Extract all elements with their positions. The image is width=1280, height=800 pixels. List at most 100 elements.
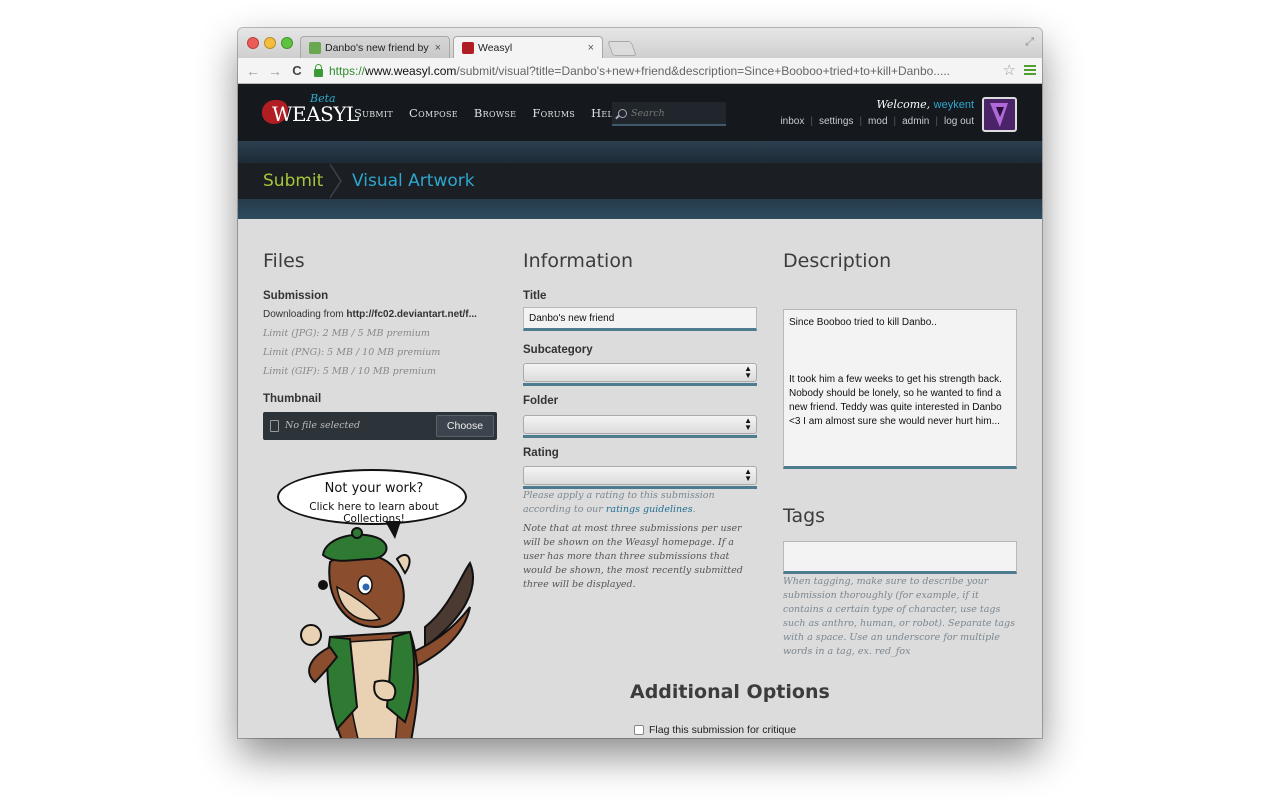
tags-heading: Tags: [783, 505, 826, 527]
username-link[interactable]: weykent: [934, 99, 974, 111]
browser-window: Danbo's new friend by =li × Weasyl × ⤢ ←…: [238, 28, 1042, 738]
rating-note: Please apply a rating to this submission…: [523, 489, 757, 517]
logo-text: WEASYL: [272, 102, 359, 126]
browser-toolbar: ← → C https:// www.weasyl.com /submit/vi…: [238, 58, 1042, 84]
critique-label[interactable]: Flag this submission for critique: [649, 724, 796, 736]
url-scheme: https://: [329, 64, 366, 78]
folder-select[interactable]: ▲ ▼: [523, 415, 757, 434]
breadcrumb-chevron-icon: [329, 163, 346, 199]
limit-jpg: Limit (JPG): 2 MB / 5 MB premium: [263, 328, 430, 339]
tab-title: Danbo's new friend by =li: [325, 41, 431, 54]
reload-button[interactable]: C: [286, 63, 308, 78]
subcategory-select[interactable]: ▲ ▼: [523, 363, 757, 382]
description-heading: Description: [783, 250, 892, 272]
tab-close-icon[interactable]: ×: [588, 42, 594, 54]
user-links: inbox | settings | mod | admin | log out: [766, 116, 974, 127]
thumbnail-status: No file selected: [285, 420, 361, 431]
thumbnail-label: Thumbnail: [263, 393, 322, 405]
weasyl-logo[interactable]: WEASYL Beta: [262, 92, 359, 126]
limit-png: Limit (PNG): 5 MB / 10 MB premium: [263, 347, 441, 358]
page-banner: Submit Visual Artwork: [238, 141, 1042, 219]
site-header: WEASYL Beta Submit Compose Browse Forums…: [238, 84, 1042, 141]
separator: |: [935, 116, 938, 127]
page-title: Visual Artwork: [352, 171, 475, 191]
thumbnail-file-input[interactable]: No file selected Choose: [263, 412, 497, 440]
download-url: http://fc02.deviantart.net/f...: [346, 309, 477, 320]
tab-danbo[interactable]: Danbo's new friend by =li ×: [300, 36, 450, 58]
collections-mascot[interactable]: Not your work? Click here to learn about…: [275, 467, 495, 738]
nav-submit[interactable]: Submit: [354, 106, 393, 120]
weasel-mascot-illustration: [300, 527, 474, 738]
logo-beta: Beta: [310, 92, 336, 105]
search-input[interactable]: [631, 107, 721, 119]
deviantart-favicon-icon: [309, 41, 321, 54]
forward-button[interactable]: →: [264, 63, 286, 79]
address-bar[interactable]: https:// www.weasyl.com /submit/visual?t…: [310, 61, 1020, 81]
search-icon: [618, 108, 627, 118]
lock-icon: [314, 64, 323, 77]
select-arrows-icon: ▲ ▼: [744, 416, 752, 432]
bookmark-star-icon[interactable]: ☆: [1003, 61, 1016, 79]
main-nav: Submit Compose Browse Forums Help: [354, 106, 619, 120]
link-admin[interactable]: admin: [902, 116, 929, 127]
ratings-guidelines-link[interactable]: ratings guidelines: [606, 504, 693, 515]
homepage-note: Note that at most three submissions per …: [523, 523, 743, 590]
separator: |: [893, 116, 897, 127]
additional-options-heading: Additional Options: [630, 681, 830, 703]
link-settings[interactable]: settings: [819, 116, 853, 127]
welcome-prefix: Welcome,: [876, 98, 931, 111]
description-textarea[interactable]: Since Booboo tried to kill Danbo.. It to…: [783, 309, 1017, 469]
select-arrows-icon: ▲ ▼: [744, 467, 752, 483]
rating-label: Rating: [523, 447, 559, 459]
select-underline: [523, 435, 757, 438]
nav-compose[interactable]: Compose: [409, 106, 458, 120]
zoom-window-button[interactable]: [281, 37, 293, 49]
title-input[interactable]: Danbo's new friend: [523, 307, 757, 331]
weasyl-favicon-icon: [462, 41, 474, 54]
separator: |: [810, 116, 813, 127]
nav-browse[interactable]: Browse: [474, 106, 516, 120]
title-label: Title: [523, 290, 547, 302]
breadcrumb-submit[interactable]: Submit: [263, 171, 323, 191]
rating-select[interactable]: ▲ ▼: [523, 466, 757, 485]
tab-strip: Danbo's new friend by =li × Weasyl × ⤢: [238, 28, 1042, 58]
site-search: [612, 102, 726, 126]
choose-file-button[interactable]: Choose: [436, 415, 494, 437]
new-tab-button[interactable]: [607, 41, 637, 56]
select-arrows-icon: ▲ ▼: [744, 364, 752, 380]
subcategory-label: Subcategory: [523, 344, 593, 356]
tab-title: Weasyl: [478, 41, 513, 54]
download-source: Downloading from http://fc02.deviantart.…: [263, 309, 497, 320]
menu-icon[interactable]: [1024, 65, 1036, 75]
fullscreen-icon[interactable]: ⤢: [1025, 36, 1034, 49]
url-path: /submit/visual?title=Danbo's+new+friend&…: [456, 64, 950, 78]
submission-label: Submission: [263, 290, 329, 302]
rating-note-suffix: .: [692, 504, 696, 515]
nav-forums[interactable]: Forums: [532, 106, 575, 120]
information-heading: Information: [523, 250, 633, 272]
separator: |: [859, 116, 863, 127]
critique-checkbox[interactable]: [634, 725, 644, 735]
tags-input[interactable]: [783, 541, 1017, 574]
tags-note: When tagging, make sure to describe your…: [783, 576, 1015, 657]
close-window-button[interactable]: [247, 37, 259, 49]
submit-form: Files Submission Downloading from http:/…: [238, 219, 1042, 738]
limit-gif: Limit (GIF): 5 MB / 10 MB premium: [263, 366, 437, 377]
folder-label: Folder: [523, 395, 559, 407]
download-prefix: Downloading from: [263, 309, 347, 320]
select-underline: [523, 383, 757, 386]
welcome-message: Welcome, weykent: [858, 98, 974, 111]
link-mod[interactable]: mod: [868, 116, 887, 127]
link-inbox[interactable]: inbox: [780, 116, 804, 127]
tab-weasyl[interactable]: Weasyl ×: [453, 36, 603, 58]
url-host: www.weasyl.com: [365, 64, 457, 78]
tab-close-icon[interactable]: ×: [435, 42, 441, 54]
minimize-window-button[interactable]: [264, 37, 276, 49]
files-heading: Files: [263, 250, 305, 272]
breadcrumb: Submit Visual Artwork: [238, 163, 1042, 199]
back-button[interactable]: ←: [242, 63, 264, 79]
file-icon: [270, 420, 279, 432]
window-controls: [247, 37, 293, 49]
link-logout[interactable]: log out: [944, 116, 974, 127]
avatar[interactable]: [982, 97, 1017, 132]
